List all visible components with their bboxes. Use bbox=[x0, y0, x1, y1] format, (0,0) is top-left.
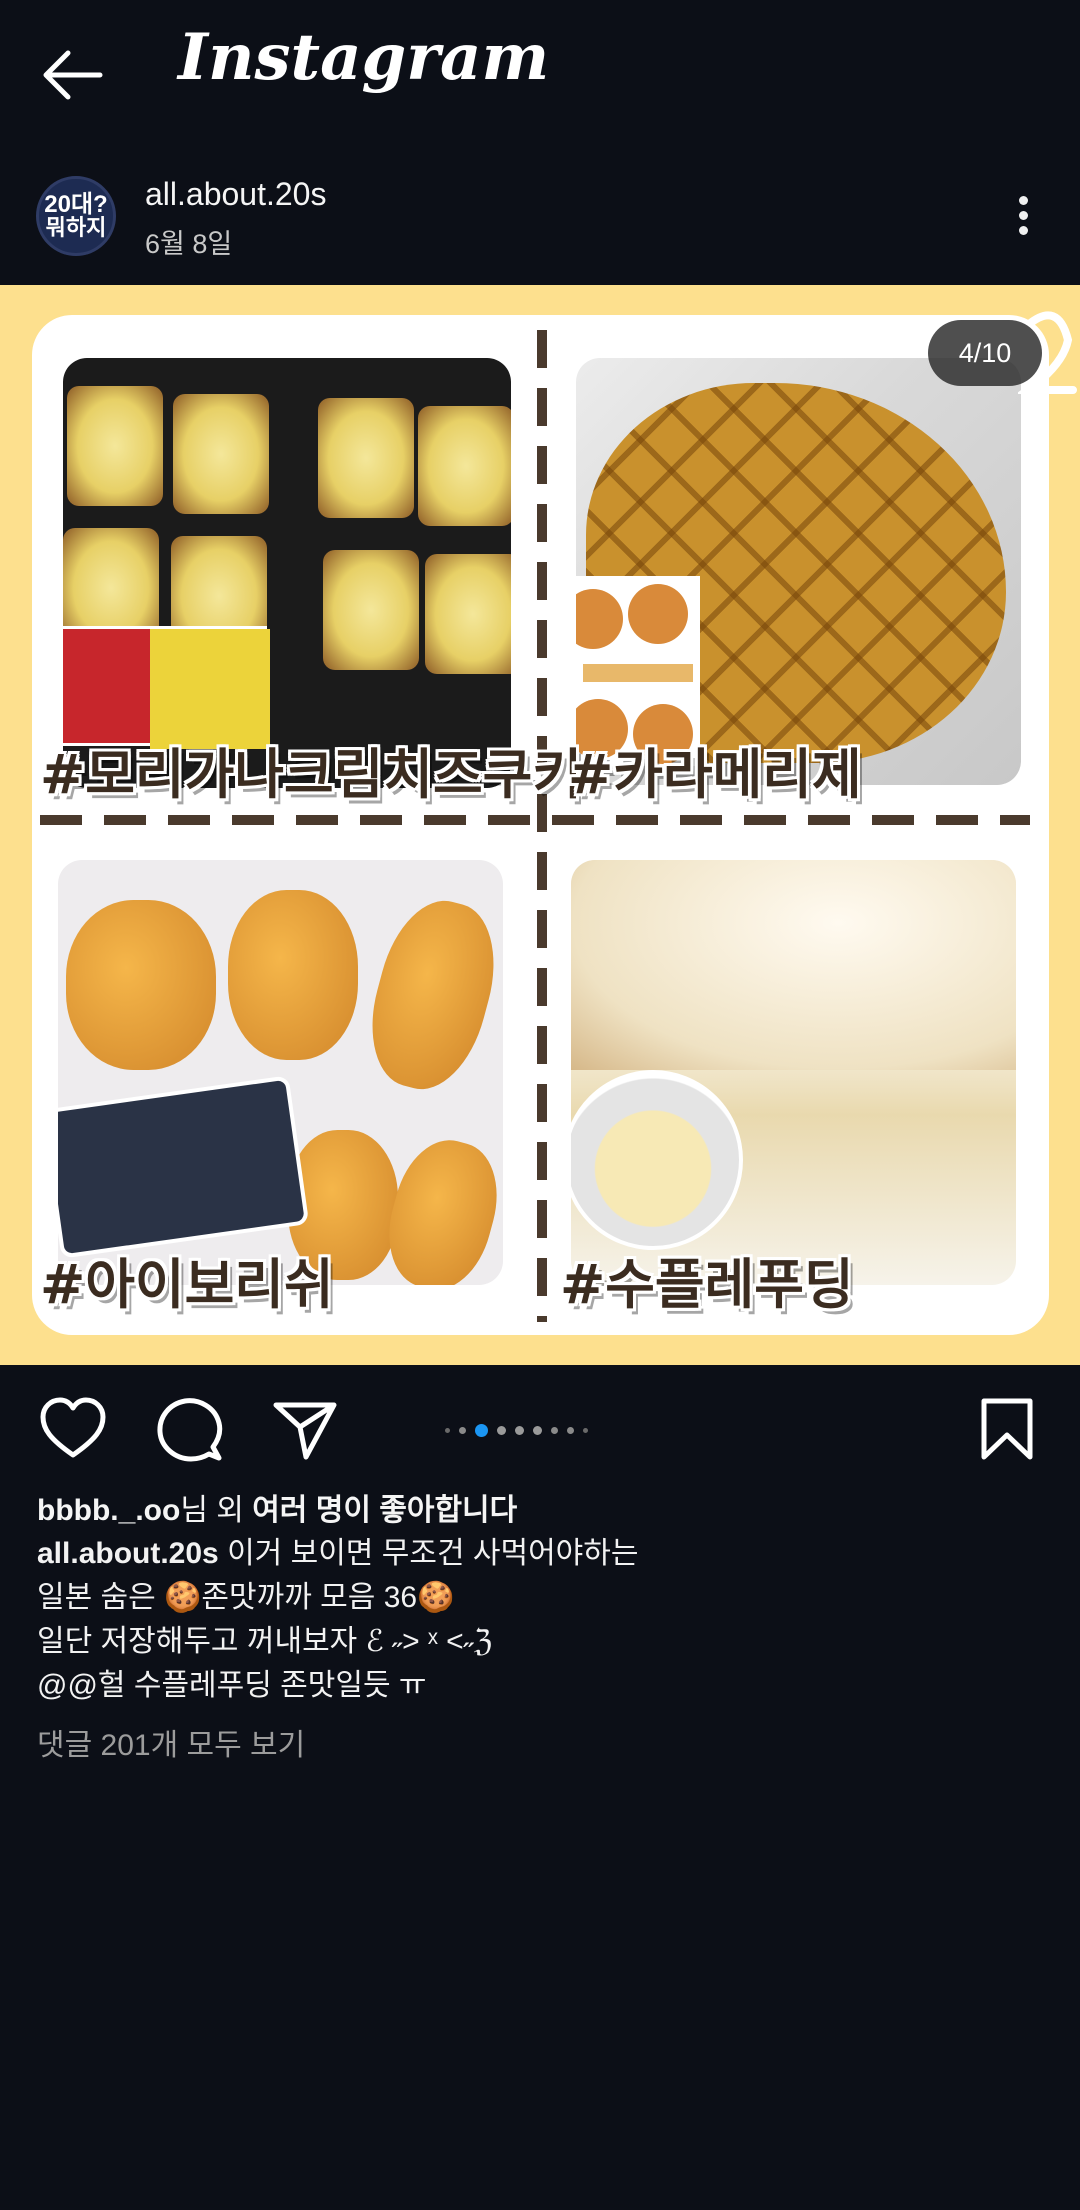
save-button[interactable] bbox=[972, 1395, 1042, 1465]
avatar[interactable]: 20대? 뭐하지 bbox=[36, 176, 116, 256]
photo-morinaga-cheese-cookie bbox=[63, 358, 511, 788]
product-cup bbox=[571, 1070, 743, 1250]
carousel-dot bbox=[445, 1427, 450, 1433]
carousel-dot-active bbox=[475, 1423, 488, 1437]
like-button[interactable] bbox=[38, 1395, 108, 1465]
photo-souffle-pudding bbox=[571, 860, 1016, 1285]
caption-line: 일본 숨은 🍪존맛까까 모음 36🍪 bbox=[37, 1581, 455, 1614]
instagram-logo: Instagram bbox=[178, 20, 550, 95]
carousel-dot bbox=[533, 1425, 542, 1435]
hashtag-label: #카라메리제 bbox=[568, 743, 862, 806]
paper-plane-icon bbox=[273, 1402, 337, 1460]
collage-divider-vertical bbox=[537, 330, 547, 1322]
likes-suffix: 님 외 bbox=[180, 1494, 253, 1527]
hashtag-label: #수플레푸딩 bbox=[560, 1253, 854, 1316]
photo-ivorish bbox=[58, 860, 503, 1285]
likes-summary[interactable]: bbbb._.oo님 외 여러 명이 좋아합니다 bbox=[37, 1485, 517, 1529]
caption-line: @@헐 수플레푸딩 존맛일듯 ㅠ bbox=[37, 1669, 427, 1702]
hashtag-label: #아이보리쉬 bbox=[40, 1253, 334, 1316]
carousel-counter: 4/10 bbox=[928, 320, 1042, 386]
carousel-dot bbox=[497, 1425, 506, 1435]
bookmark-icon bbox=[981, 1398, 1033, 1460]
product-box bbox=[63, 626, 270, 749]
product-tin bbox=[58, 1075, 310, 1259]
post-actions bbox=[0, 1365, 1080, 1495]
post-header: 20대? 뭐하지 all.about.20s 6월 8일 bbox=[0, 160, 1080, 285]
carousel-dot bbox=[459, 1426, 466, 1434]
liker-username[interactable]: bbbb._.oo bbox=[37, 1494, 180, 1527]
view-all-comments-link[interactable]: 댓글 201개 모두 보기 bbox=[37, 1720, 305, 1764]
avatar-text-line1: 20대? bbox=[44, 191, 108, 218]
caption-username[interactable]: all.about.20s bbox=[37, 1537, 219, 1570]
photo-caramelise bbox=[576, 358, 1021, 785]
app-bar: Instagram bbox=[0, 0, 1080, 150]
post-username[interactable]: all.about.20s bbox=[145, 176, 326, 213]
caption-text: 이거 보이면 무조건 사먹어야하는 bbox=[218, 1537, 639, 1570]
carousel-dot bbox=[515, 1425, 524, 1435]
arrow-left-icon bbox=[43, 50, 103, 100]
carousel-dot bbox=[583, 1427, 588, 1433]
caption-line: 일단 저장해두고 꺼내보자 ℰ ˶> ˣ <˶ℨ bbox=[37, 1625, 493, 1658]
share-button[interactable] bbox=[270, 1395, 340, 1465]
carousel-dot bbox=[551, 1426, 558, 1434]
vertical-ellipsis-icon bbox=[1018, 196, 1028, 205]
likes-others[interactable]: 여러 명이 좋아합니다 bbox=[252, 1494, 517, 1527]
more-options-button[interactable] bbox=[1005, 190, 1041, 250]
carousel-dot bbox=[567, 1426, 574, 1434]
post-date: 6월 8일 bbox=[145, 229, 233, 259]
caption-line: all.about.20s 이거 보이면 무조건 사먹어야하는 bbox=[37, 1532, 1037, 1576]
comment-button[interactable] bbox=[155, 1395, 225, 1465]
back-button[interactable] bbox=[38, 45, 108, 105]
collage-divider-horizontal bbox=[40, 815, 1030, 825]
heart-icon bbox=[40, 1397, 106, 1458]
carousel-indicator bbox=[445, 1423, 588, 1437]
hashtag-label: #모리가나크림치즈쿠키 bbox=[40, 743, 583, 806]
post-caption: all.about.20s 이거 보이면 무조건 사먹어야하는 일본 숨은 🍪존… bbox=[37, 1532, 1037, 1708]
speech-bubble-icon bbox=[157, 1398, 223, 1462]
avatar-text-line2: 뭐하지 bbox=[45, 215, 107, 240]
